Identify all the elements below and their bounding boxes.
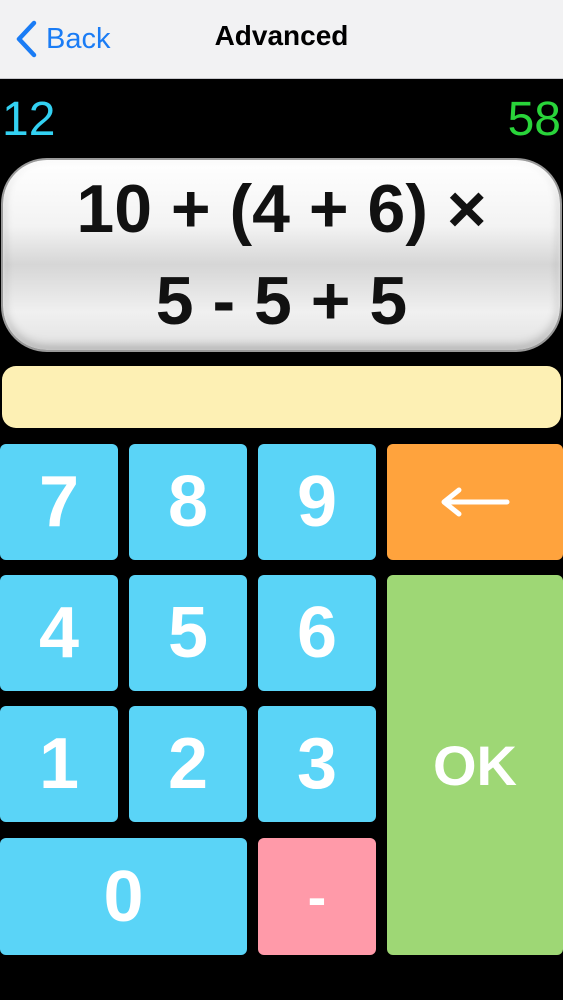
timer-count: 58	[507, 93, 561, 146]
question-line-1: 10 + (4 + 6) ×	[76, 171, 487, 247]
key-3[interactable]: 3	[258, 706, 376, 822]
question-line-2: 5 - 5 + 5	[155, 263, 408, 339]
key-6[interactable]: 6	[258, 575, 376, 691]
key-9[interactable]: 9	[258, 444, 376, 560]
key-2[interactable]: 2	[129, 706, 247, 822]
key-1[interactable]: 1	[0, 706, 118, 822]
key-5[interactable]: 5	[129, 575, 247, 691]
ok-button[interactable]: OK	[387, 575, 563, 955]
key-4[interactable]: 4	[0, 575, 118, 691]
answer-field[interactable]	[2, 366, 561, 428]
backspace-button[interactable]	[387, 444, 563, 560]
key-7[interactable]: 7	[0, 444, 118, 560]
minus-button[interactable]: -	[258, 838, 376, 955]
question-panel: 10 + (4 + 6) × 5 - 5 + 5	[3, 160, 560, 350]
key-0[interactable]: 0	[0, 838, 247, 955]
left-arrow-icon	[439, 487, 511, 517]
navigation-bar: Back Advanced	[0, 0, 563, 79]
key-8[interactable]: 8	[129, 444, 247, 560]
correct-count: 12	[2, 93, 56, 146]
page-title: Advanced	[214, 20, 349, 51]
